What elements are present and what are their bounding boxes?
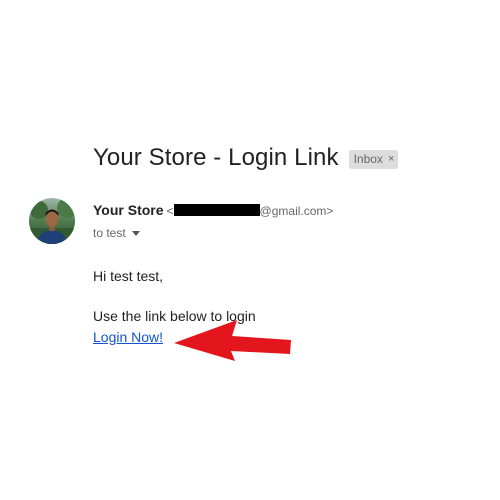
- recipient-details-toggle[interactable]: to test: [93, 226, 140, 240]
- sender-avatar[interactable]: [29, 198, 75, 244]
- remove-label-icon[interactable]: ×: [388, 153, 394, 165]
- avatar-photo-icon: [29, 198, 75, 244]
- sender-email-open-bracket: <: [166, 204, 174, 218]
- email-subject: Your Store - Login Link: [93, 144, 339, 171]
- email-instruction: Use the link below to login: [93, 308, 256, 324]
- sender-line: Your Store < @gmail.com>: [93, 202, 333, 218]
- caret-down-icon[interactable]: [131, 230, 140, 236]
- sender-email[interactable]: < @gmail.com>: [166, 204, 334, 218]
- recipient-line: to test: [93, 226, 126, 240]
- inbox-label-text: Inbox: [353, 152, 383, 166]
- email-greeting: Hi test test,: [93, 268, 164, 284]
- redacted-email-block: [173, 204, 260, 216]
- email-view: Your Store - Login Link Inbox × Your Sto…: [0, 0, 500, 500]
- subject-row: Your Store - Login Link Inbox ×: [93, 144, 399, 172]
- sender-name[interactable]: Your Store: [93, 202, 164, 218]
- sender-email-domain: @gmail.com>: [259, 204, 334, 218]
- login-now-link[interactable]: Login Now!: [93, 329, 163, 345]
- inbox-label-chip[interactable]: Inbox ×: [348, 150, 399, 169]
- red-arrow-annotation-icon: [174, 320, 291, 361]
